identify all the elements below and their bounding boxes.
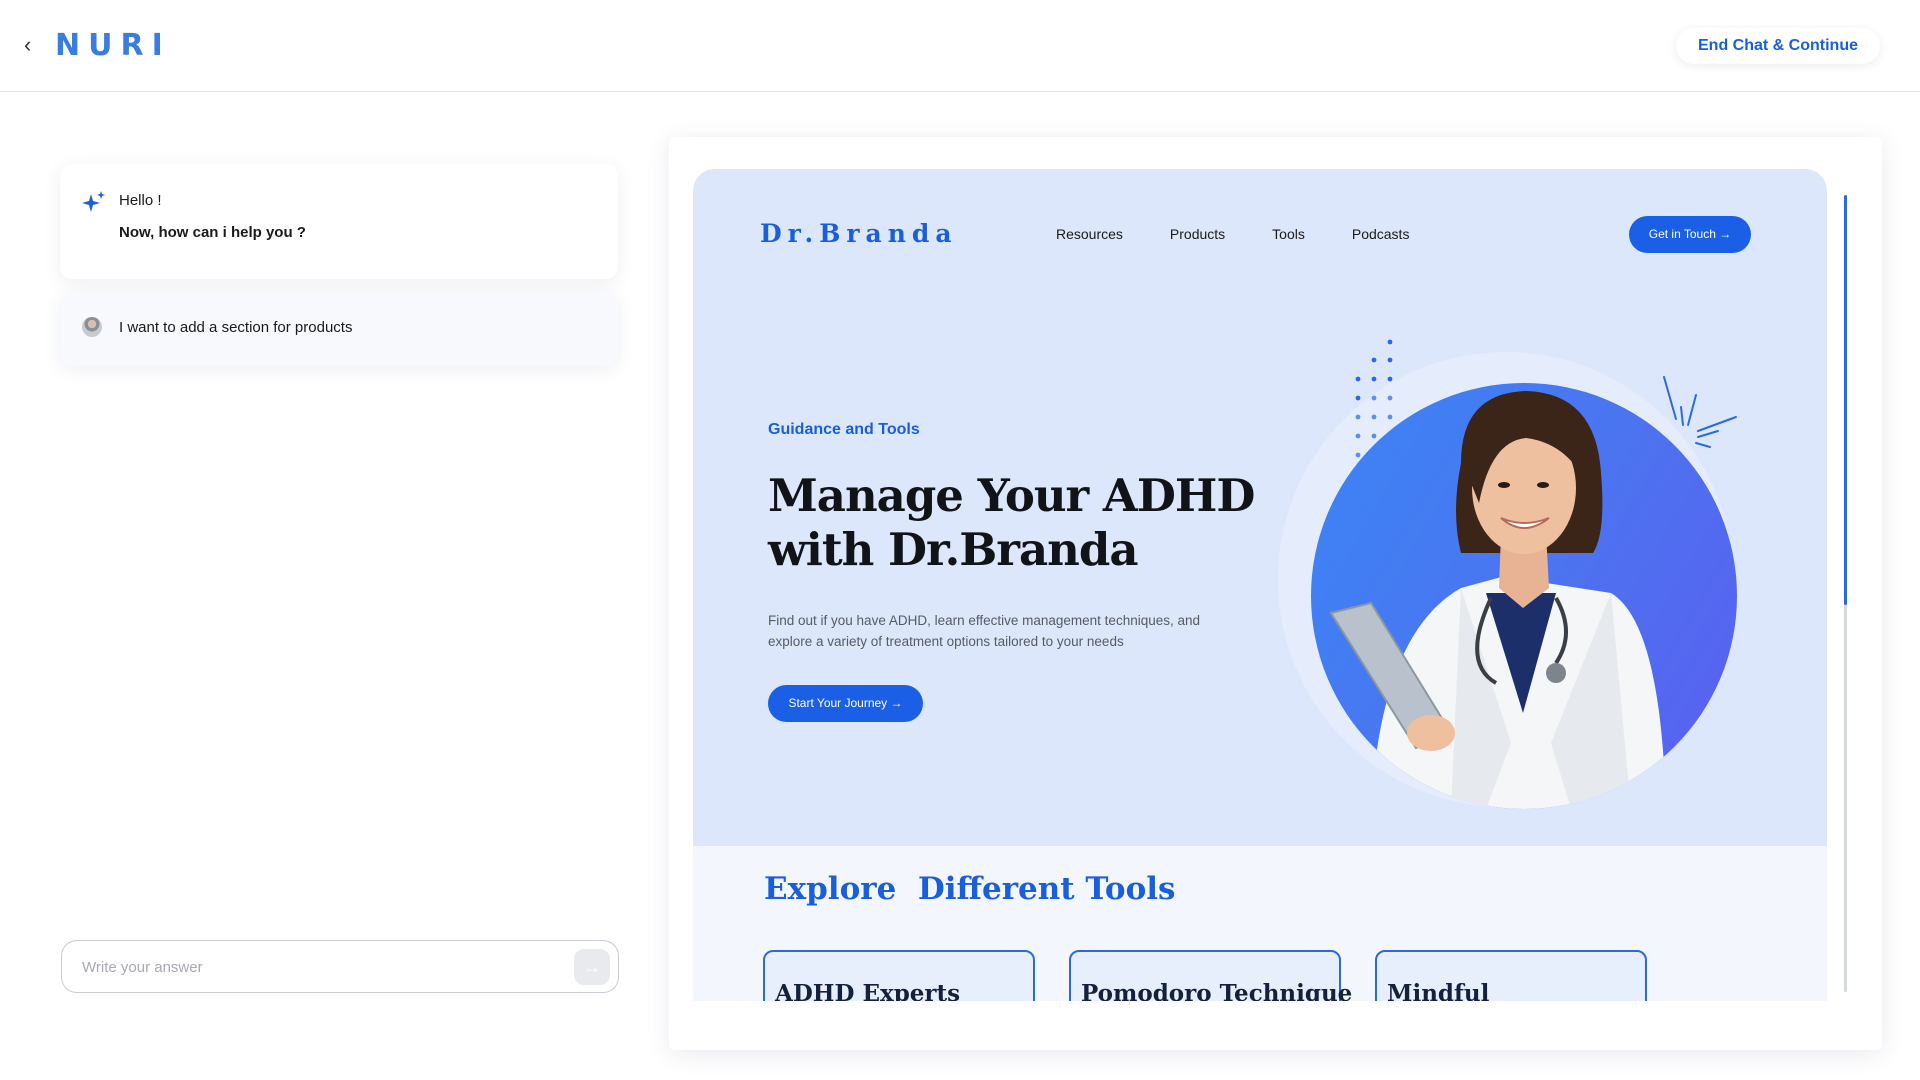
preview-scrollbar-thumb[interactable] xyxy=(1844,195,1847,605)
get-in-touch-button[interactable]: Get in Touch → xyxy=(1629,216,1751,253)
nav-item-products[interactable]: Products xyxy=(1170,226,1225,242)
user-message-text: I want to add a section for products xyxy=(119,319,353,336)
hero-eyebrow: Guidance and Tools xyxy=(768,421,920,438)
app-logo: NURI xyxy=(55,28,171,63)
website-preview: Dr.Branda Resources Products Tools Podca… xyxy=(669,137,1882,1050)
tool-card-title: Mindful xyxy=(1387,980,1490,1001)
top-bar: ‹ NURI End Chat & Continue xyxy=(0,0,1920,92)
user-message: I want to add a section for products xyxy=(60,292,618,366)
preview-site: Dr.Branda Resources Products Tools Podca… xyxy=(693,169,1827,1001)
tool-card-title: Pomodoro Technique xyxy=(1081,980,1353,1001)
nav-item-resources[interactable]: Resources xyxy=(1056,226,1123,242)
tool-card[interactable]: Mindful xyxy=(1375,950,1647,1001)
nav-item-tools[interactable]: Tools xyxy=(1272,226,1305,242)
tool-card[interactable]: ADHD Experts xyxy=(763,950,1035,1001)
answer-box: → xyxy=(61,940,619,993)
sparkle-icon xyxy=(82,191,105,212)
bot-message: Hello ! Now, how can i help you ? xyxy=(60,164,618,279)
doctor-image-circle xyxy=(1311,383,1737,809)
end-chat-button[interactable]: End Chat & Continue xyxy=(1676,28,1880,64)
tool-card-title: ADHD Experts xyxy=(775,980,961,1001)
tool-card[interactable]: Pomodoro Technique xyxy=(1069,950,1352,1001)
send-button[interactable]: → xyxy=(574,949,610,985)
hero-subtext: Find out if you have ADHD, learn effecti… xyxy=(768,613,1201,649)
bot-question: Now, how can i help you ? xyxy=(119,224,306,241)
start-journey-button[interactable]: Start Your Journey → xyxy=(768,685,923,722)
arrow-right-icon: → xyxy=(583,957,601,977)
avatar xyxy=(82,317,102,337)
site-brand[interactable]: Dr.Branda xyxy=(760,219,958,248)
tools-section: Explore Different Tools ADHD Experts Pom… xyxy=(693,846,1827,1001)
chevron-left-icon[interactable]: ‹ xyxy=(24,33,40,57)
site-nav: Resources Products Tools Podcasts xyxy=(1056,226,1409,242)
nav-item-podcasts[interactable]: Podcasts xyxy=(1352,226,1410,242)
doctor-portrait xyxy=(1329,391,1666,809)
tools-title: Explore Different Tools xyxy=(764,871,1176,907)
hero-headline: Manage Your ADHD with Dr.Branda xyxy=(768,469,1255,576)
hero-section: Dr.Branda Resources Products Tools Podca… xyxy=(693,169,1827,846)
answer-input[interactable] xyxy=(82,955,542,979)
bot-greeting: Hello ! xyxy=(119,192,162,209)
